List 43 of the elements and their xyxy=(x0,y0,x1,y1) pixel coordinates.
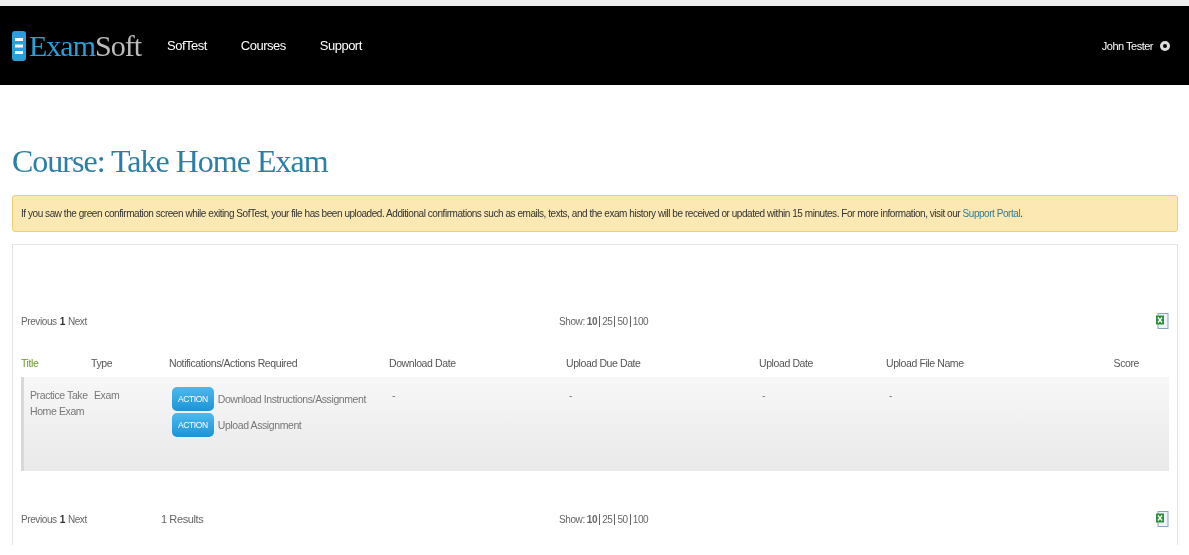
column-header[interactable]: Upload Date xyxy=(759,357,886,369)
table-cell-text: - xyxy=(762,388,767,403)
page-size-link[interactable]: 25 xyxy=(599,513,613,525)
page-size-link[interactable]: 100 xyxy=(629,513,649,525)
column-header[interactable]: Upload Due Date xyxy=(566,357,759,369)
table-cell-text: Exam xyxy=(94,388,121,403)
results-count: 1 Results xyxy=(161,513,205,525)
current-page: 1 xyxy=(59,315,65,327)
page-size-link[interactable]: 10 xyxy=(586,315,598,327)
previous-link[interactable]: Previous xyxy=(21,513,57,525)
logo-text: ExamSoft xyxy=(29,28,141,63)
show-label: Show: xyxy=(559,315,585,327)
column-header[interactable]: Score xyxy=(1099,357,1169,369)
column-header[interactable]: Notifications/Actions Required xyxy=(169,357,389,369)
previous-link[interactable]: Previous xyxy=(21,315,57,327)
nav-link[interactable]: Courses xyxy=(240,38,286,53)
spreadsheet-icon[interactable] xyxy=(1155,510,1169,528)
page-size-link[interactable]: 100 xyxy=(629,315,649,327)
page-size-link[interactable]: 10 xyxy=(586,513,598,525)
logo-icon xyxy=(12,30,26,61)
page-size-link[interactable]: 50 xyxy=(614,315,628,327)
column-header[interactable]: Type xyxy=(91,357,169,369)
show-label: Show: xyxy=(559,513,585,525)
page-size-link[interactable]: 50 xyxy=(614,513,628,525)
page-size-link[interactable]: 25 xyxy=(599,315,613,327)
next-link[interactable]: Next xyxy=(67,315,87,327)
spreadsheet-icon[interactable] xyxy=(1155,312,1169,330)
table-cell-text: - xyxy=(889,388,894,403)
column-header[interactable]: Upload File Name xyxy=(886,357,1099,369)
column-header[interactable]: Download Date xyxy=(389,357,566,369)
page-title: Course: Take Home Exam xyxy=(12,143,329,179)
table-cell-text: - xyxy=(392,388,397,403)
current-page: 1 xyxy=(59,513,65,525)
action-label[interactable]: Upload Assignment xyxy=(217,417,302,433)
action-label[interactable]: Download Instructions/Assignment xyxy=(217,391,366,407)
nav-link[interactable]: SofTest xyxy=(167,38,207,53)
notice-message: If you saw the green confirmation screen while exiting SofTest, your file has been uploaded. Additional confirmations such as emails, texts, and the exam history will be received or updated within 15 minutes. For more information, visit our Support Portal. xyxy=(12,195,1178,232)
table-cell-text: Practice Take Home Exam xyxy=(29,388,89,419)
nav-link[interactable]: Support xyxy=(319,38,362,53)
user-name[interactable]: John Tester xyxy=(1101,39,1153,52)
column-header[interactable]: Title xyxy=(21,357,91,369)
next-link[interactable]: Next xyxy=(67,513,87,525)
table-cell-text: - xyxy=(569,388,574,403)
